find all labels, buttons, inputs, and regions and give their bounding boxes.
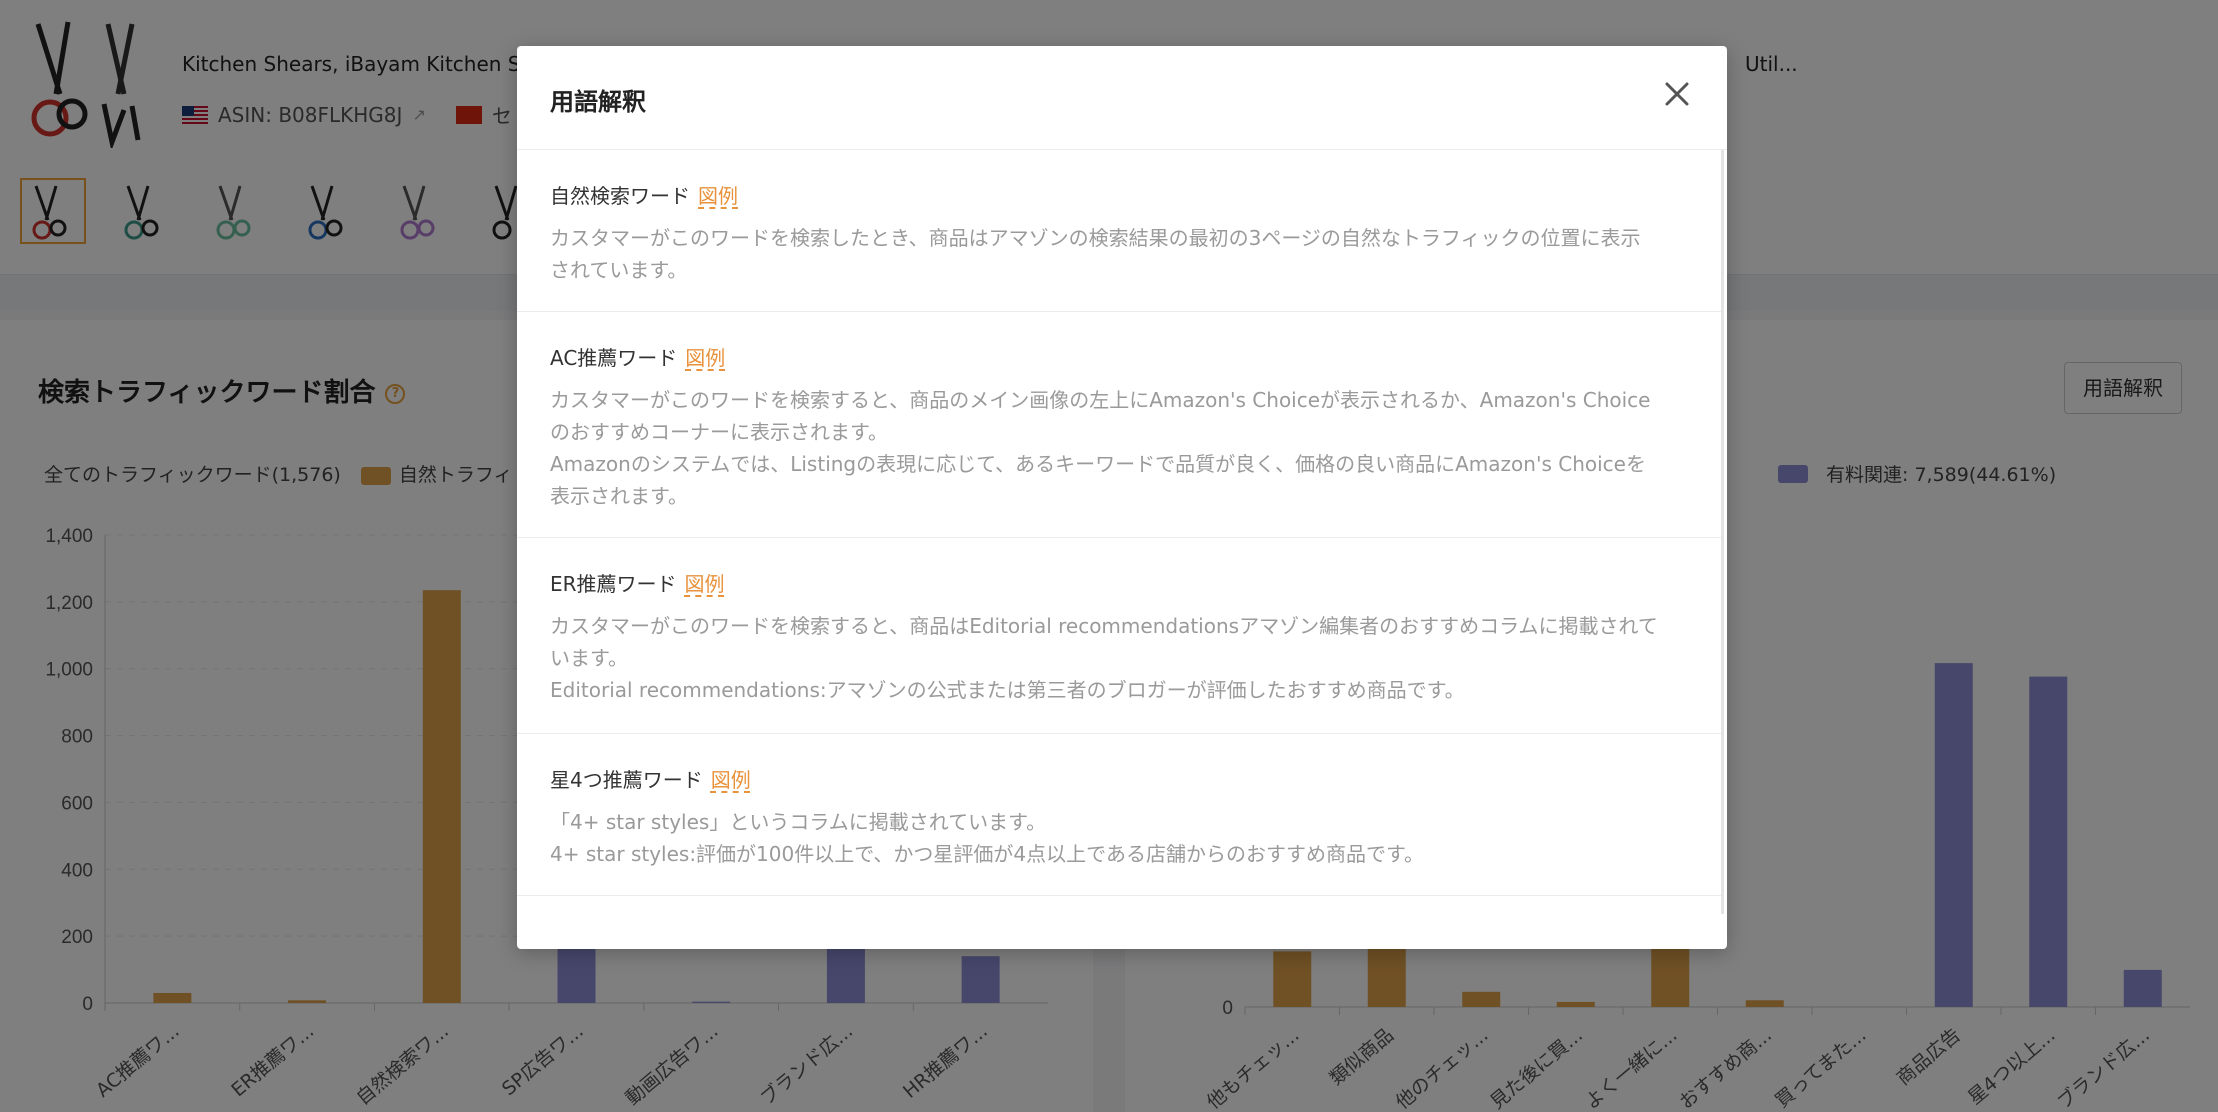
modal-scrollbar[interactable] [1721, 150, 1724, 914]
term-description-line: されています。 [550, 258, 688, 282]
term-description-line: 表示されます。 [550, 484, 688, 508]
term-description-line: カスタマーがこのワードを検索すると、商品はEditorial recommend… [550, 614, 1658, 638]
modal-title: 用語解釈 [550, 88, 646, 116]
term-section: ER推薦ワード 図例 カスタマーがこのワードを検索すると、商品はEditorial… [517, 538, 1721, 734]
term-name-text: ER推薦ワード [550, 572, 677, 596]
term-description-line: Editorial recommendations:アマゾンの公式または第三者の… [550, 678, 1465, 702]
example-link[interactable]: 図例 [685, 572, 725, 596]
term-description-line: カスタマーがこのワードを検索したとき、商品はアマゾンの検索結果の最初の3ページの… [550, 226, 1641, 250]
term-description: カスタマーがこのワードを検索したとき、商品はアマゾンの検索結果の最初の3ページの… [550, 222, 1710, 286]
term-description-line: 4+ star styles:評価が100件以上で、かつ星評価が4点以上である店… [550, 842, 1424, 866]
term-section: AC推薦ワード 図例 カスタマーがこのワードを検索すると、商品のメイン画像の左上に… [517, 312, 1721, 538]
term-section: 星4つ推薦ワード 図例 「4+ star styles」というコラムに掲載されてい… [517, 734, 1721, 896]
term-description-line: のおすすめコーナーに表示されます。 [550, 420, 888, 444]
example-link[interactable]: 図例 [711, 768, 751, 792]
term-section: 自然検索ワード 図例 カスタマーがこのワードを検索したとき、商品はアマゾンの検索結… [517, 150, 1721, 312]
term-name-text: 星4つ推薦ワード [550, 768, 703, 792]
term-name-text: 自然検索ワード [550, 184, 690, 208]
term-explanation-modal: 用語解釈 自然検索ワード 図例 カスタマーがこのワードを検索したとき、商品はアマゾ… [517, 46, 1727, 949]
term-description-line: Amazonのシステムでは、Listingの表現に応じて、あるキーワードで品質が… [550, 452, 1646, 476]
term-name: 星4つ推薦ワード 図例 [550, 764, 751, 793]
term-description-line: 「4+ star styles」というコラムに掲載されています。 [550, 810, 1047, 834]
term-description-line: います。 [550, 646, 628, 670]
example-link[interactable]: 図例 [685, 346, 725, 370]
term-description: カスタマーがこのワードを検索すると、商品はEditorial recommend… [550, 610, 1710, 706]
term-description-line: カスタマーがこのワードを検索すると、商品のメイン画像の左上にAmazon's C… [550, 388, 1651, 412]
modal-header: 用語解釈 [517, 46, 1727, 150]
term-name: ER推薦ワード 図例 [550, 568, 725, 597]
close-icon[interactable] [1657, 74, 1697, 114]
term-description: カスタマーがこのワードを検索すると、商品のメイン画像の左上にAmazon's C… [550, 384, 1710, 512]
term-description: 「4+ star styles」というコラムに掲載されています。 4+ star… [550, 806, 1710, 870]
term-name: AC推薦ワード 図例 [550, 342, 725, 371]
term-name-text: AC推薦ワード [550, 346, 678, 370]
term-name: 自然検索ワード 図例 [550, 180, 738, 209]
example-link[interactable]: 図例 [698, 184, 738, 208]
